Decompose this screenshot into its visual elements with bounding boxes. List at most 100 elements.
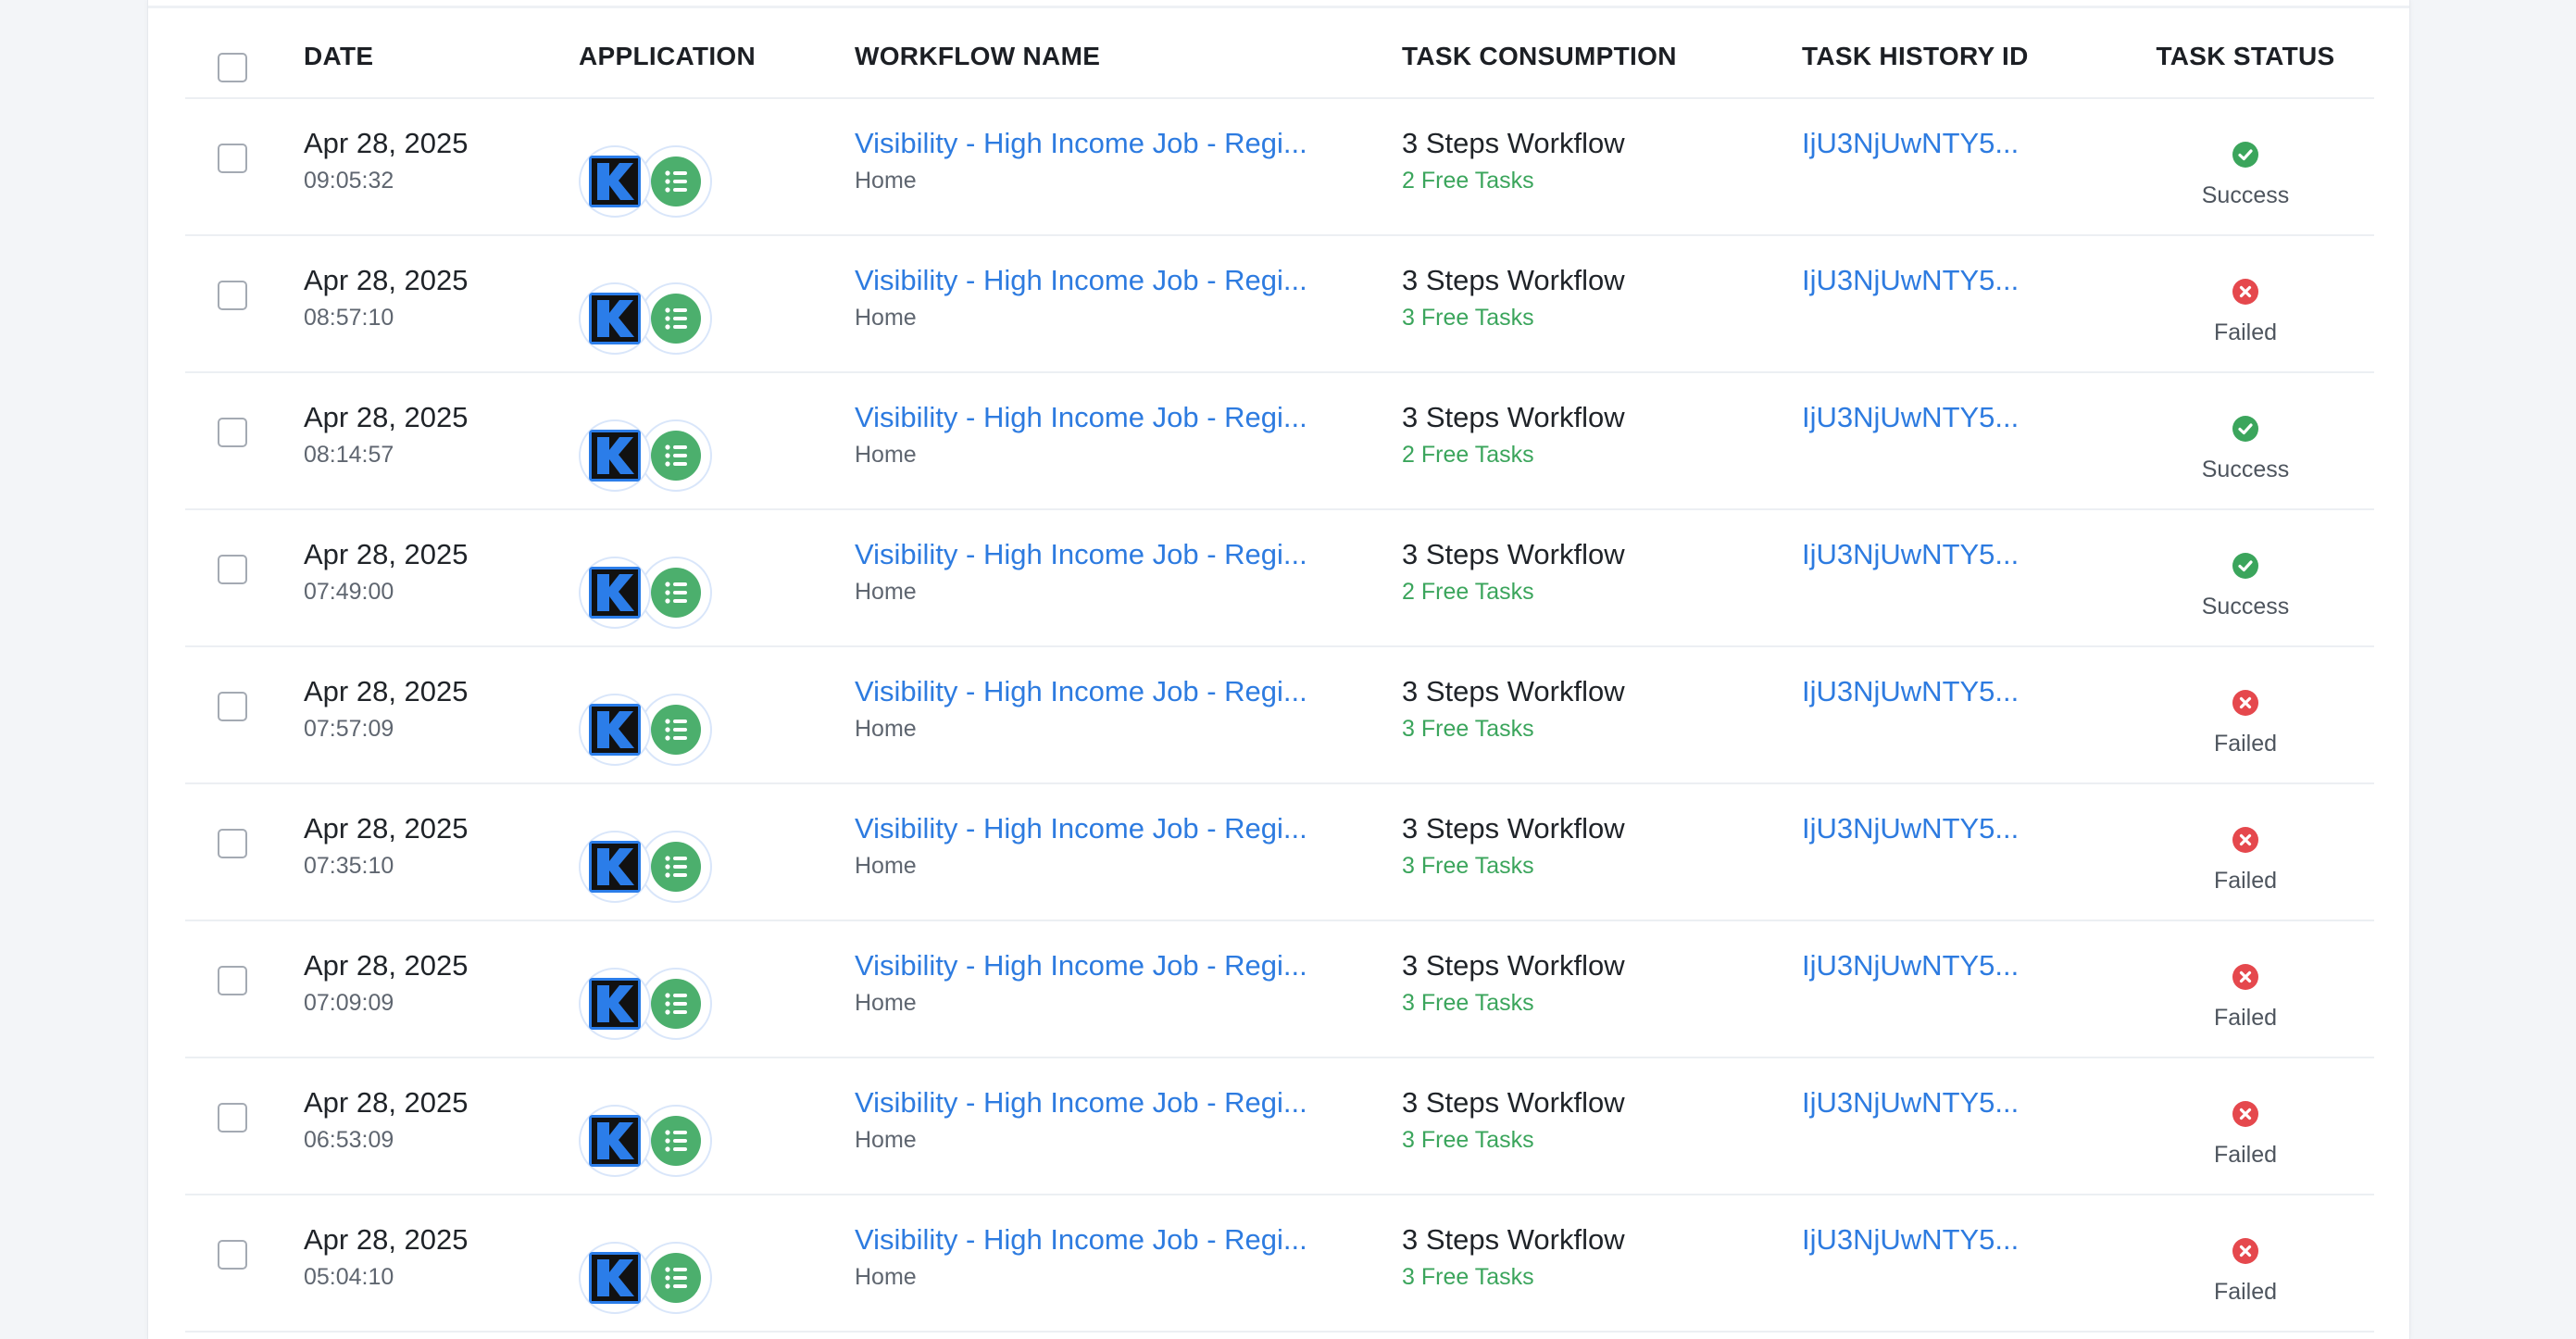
k-app-icon — [579, 694, 651, 766]
check-circle-icon — [2232, 553, 2258, 579]
row-date: Apr 28, 2025 — [304, 1086, 469, 1119]
task-history-id-link[interactable]: IjU3NjUwNTY5... — [1802, 1223, 2019, 1257]
workflow-folder: Home — [855, 168, 917, 194]
free-tasks: 3 Free Tasks — [1402, 305, 1534, 331]
table-header-row: DATE APPLICATION WORKFLOW NAME TASK CONS… — [185, 8, 2374, 99]
k-app-icon — [579, 1242, 651, 1314]
row-date: Apr 28, 2025 — [304, 264, 469, 296]
row-select-checkbox[interactable] — [218, 1240, 247, 1270]
free-tasks: 3 Free Tasks — [1402, 1264, 1534, 1290]
workflow-folder: Home — [855, 1127, 917, 1153]
free-tasks: 2 Free Tasks — [1402, 579, 1534, 605]
row-time: 07:49:00 — [304, 579, 394, 605]
row-date: Apr 28, 2025 — [304, 949, 469, 982]
k-app-icon — [579, 968, 651, 1040]
task-history-id-link[interactable]: IjU3NjUwNTY5... — [1802, 538, 2019, 571]
table-row[interactable]: Apr 28, 2025 08:57:10 Visibility - High … — [185, 236, 2374, 373]
free-tasks: 3 Free Tasks — [1402, 1127, 1534, 1153]
row-date: Apr 28, 2025 — [304, 127, 469, 159]
task-history-id-link[interactable]: IjU3NjUwNTY5... — [1802, 1086, 2019, 1120]
table-row[interactable]: Apr 28, 2025 07:35:10 Visibility - High … — [185, 784, 2374, 921]
row-select-checkbox[interactable] — [218, 418, 247, 447]
column-header-task-status[interactable]: TASK STATUS — [2120, 42, 2370, 71]
workflow-name-link[interactable]: Visibility - High Income Job - Regi... — [855, 127, 1307, 160]
row-date: Apr 28, 2025 — [304, 812, 469, 845]
row-select-checkbox[interactable] — [218, 555, 247, 584]
k-app-icon — [579, 145, 651, 218]
free-tasks: 2 Free Tasks — [1402, 442, 1534, 468]
task-history-id-link[interactable]: IjU3NjUwNTY5... — [1802, 949, 2019, 982]
workflow-folder: Home — [855, 716, 917, 742]
free-tasks: 3 Free Tasks — [1402, 716, 1534, 742]
workflow-folder: Home — [855, 990, 917, 1016]
task-consumption: 3 Steps Workflow — [1402, 538, 1625, 570]
workflow-name-link[interactable]: Visibility - High Income Job - Regi... — [855, 401, 1307, 434]
task-consumption: 3 Steps Workflow — [1402, 949, 1625, 982]
x-circle-icon — [2232, 964, 2258, 990]
task-history-id-link[interactable]: IjU3NjUwNTY5... — [1802, 812, 2019, 845]
row-select-checkbox[interactable] — [218, 1103, 247, 1133]
task-consumption: 3 Steps Workflow — [1402, 812, 1625, 845]
select-all-checkbox[interactable] — [218, 53, 247, 82]
task-history-id-link[interactable]: IjU3NjUwNTY5... — [1802, 675, 2019, 708]
k-app-icon — [579, 419, 651, 492]
workflow-name-link[interactable]: Visibility - High Income Job - Regi... — [855, 538, 1307, 571]
app-icons — [579, 968, 764, 1042]
table-row[interactable]: Apr 28, 2025 07:49:00 Visibility - High … — [185, 510, 2374, 647]
k-app-icon — [579, 557, 651, 629]
workflow-folder: Home — [855, 442, 917, 468]
task-status-label: Failed — [2213, 1279, 2278, 1305]
free-tasks: 3 Free Tasks — [1402, 853, 1534, 879]
task-history-id-link[interactable]: IjU3NjUwNTY5... — [1802, 264, 2019, 297]
column-header-task-consumption[interactable]: TASK CONSUMPTION — [1402, 42, 1677, 71]
app-icons — [579, 419, 764, 494]
task-status-label: Failed — [2213, 1142, 2278, 1168]
app-icons — [579, 282, 764, 357]
row-select-checkbox[interactable] — [218, 281, 247, 310]
table-row[interactable]: Apr 28, 2025 09:05:32 Visibility - High … — [185, 99, 2374, 236]
workflow-name-link[interactable]: Visibility - High Income Job - Regi... — [855, 264, 1307, 297]
column-header-date[interactable]: DATE — [304, 42, 373, 71]
workflow-folder: Home — [855, 853, 917, 879]
task-consumption: 3 Steps Workflow — [1402, 1223, 1625, 1256]
row-select-checkbox[interactable] — [218, 829, 247, 858]
app-icons — [579, 831, 764, 905]
task-status-label: Failed — [2213, 1005, 2278, 1031]
workflow-name-link[interactable]: Visibility - High Income Job - Regi... — [855, 812, 1307, 845]
check-circle-icon — [2232, 142, 2258, 168]
task-history-id-link[interactable]: IjU3NjUwNTY5... — [1802, 127, 2019, 160]
row-select-checkbox[interactable] — [218, 144, 247, 173]
task-status-label: Failed — [2213, 731, 2278, 757]
row-time: 07:35:10 — [304, 853, 394, 879]
column-header-task-history-id[interactable]: TASK HISTORY ID — [1802, 42, 2029, 71]
k-app-icon — [579, 282, 651, 355]
column-header-application[interactable]: APPLICATION — [579, 42, 756, 71]
task-status-label: Success — [2201, 457, 2290, 482]
table-body: Apr 28, 2025 09:05:32 Visibility - High … — [185, 99, 2374, 1333]
workflow-name-link[interactable]: Visibility - High Income Job - Regi... — [855, 1086, 1307, 1120]
app-icons — [579, 1105, 764, 1179]
app-icons — [579, 694, 764, 768]
table-row[interactable]: Apr 28, 2025 08:14:57 Visibility - High … — [185, 373, 2374, 510]
table-row[interactable]: Apr 28, 2025 07:57:09 Visibility - High … — [185, 647, 2374, 784]
row-time: 08:57:10 — [304, 305, 394, 331]
row-date: Apr 28, 2025 — [304, 1223, 469, 1256]
task-consumption: 3 Steps Workflow — [1402, 1086, 1625, 1119]
column-header-workflow-name[interactable]: WORKFLOW NAME — [855, 42, 1100, 71]
table-row[interactable]: Apr 28, 2025 07:09:09 Visibility - High … — [185, 921, 2374, 1058]
workflow-name-link[interactable]: Visibility - High Income Job - Regi... — [855, 675, 1307, 708]
task-history-id-link[interactable]: IjU3NjUwNTY5... — [1802, 401, 2019, 434]
task-consumption: 3 Steps Workflow — [1402, 401, 1625, 433]
row-select-checkbox[interactable] — [218, 966, 247, 995]
row-date: Apr 28, 2025 — [304, 401, 469, 433]
free-tasks: 2 Free Tasks — [1402, 168, 1534, 194]
task-status-label: Failed — [2213, 319, 2278, 345]
table-row[interactable]: Apr 28, 2025 05:04:10 Visibility - High … — [185, 1195, 2374, 1333]
task-history-card: DATE APPLICATION WORKFLOW NAME TASK CONS… — [147, 0, 2410, 1339]
row-time: 08:14:57 — [304, 442, 394, 468]
free-tasks: 3 Free Tasks — [1402, 990, 1534, 1016]
workflow-name-link[interactable]: Visibility - High Income Job - Regi... — [855, 949, 1307, 982]
table-row[interactable]: Apr 28, 2025 06:53:09 Visibility - High … — [185, 1058, 2374, 1195]
workflow-name-link[interactable]: Visibility - High Income Job - Regi... — [855, 1223, 1307, 1257]
row-select-checkbox[interactable] — [218, 692, 247, 721]
